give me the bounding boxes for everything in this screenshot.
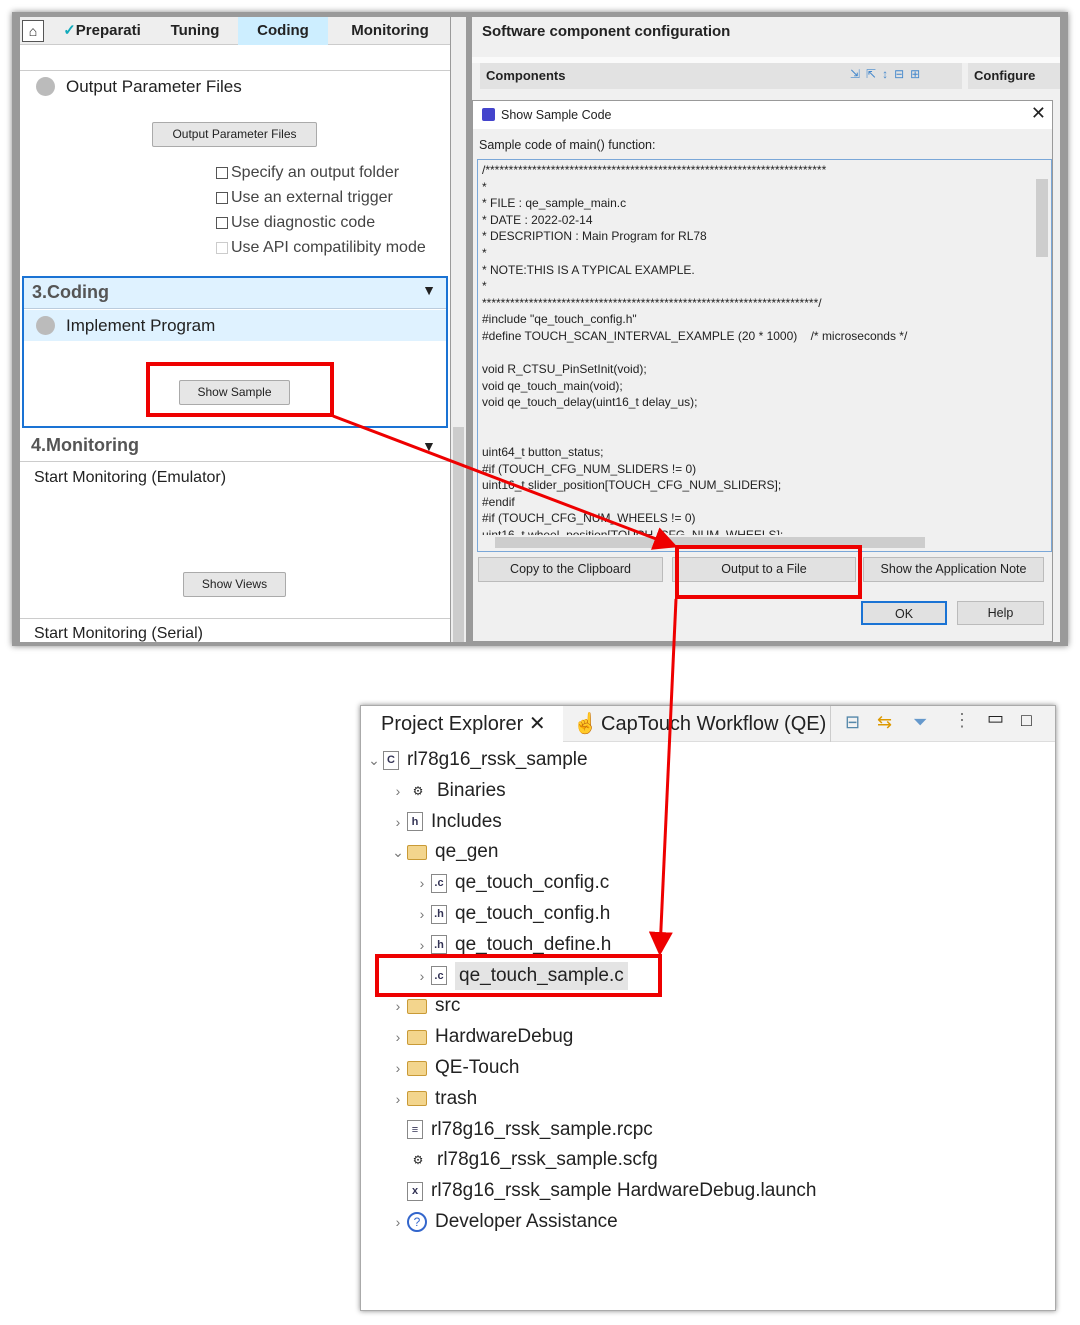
arrow-to-output-button [332, 414, 678, 550]
arrow-to-sample-file [648, 598, 678, 956]
annotation-arrows [332, 414, 678, 956]
